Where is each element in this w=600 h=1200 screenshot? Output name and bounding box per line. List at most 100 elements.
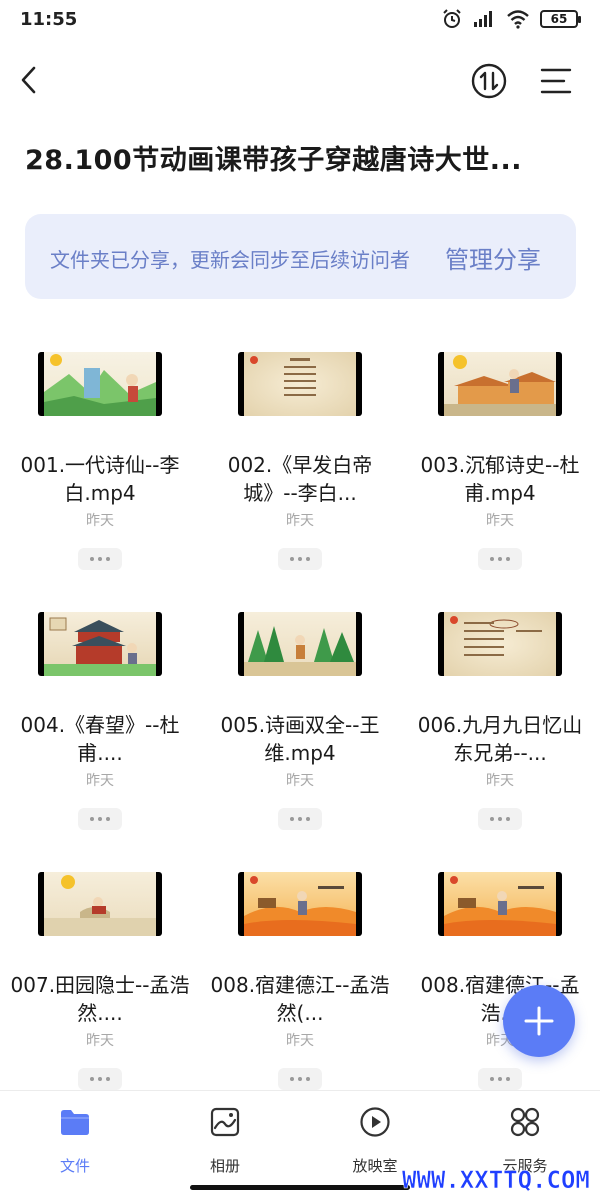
file-date: 昨天 <box>86 1033 114 1049</box>
nav-item-album[interactable]: 相册 <box>150 1101 300 1181</box>
dot-icon <box>298 557 302 561</box>
battery-indicator: 65 <box>540 10 581 28</box>
dot-icon <box>106 557 110 561</box>
more-options-button[interactable] <box>278 1068 322 1090</box>
file-name: 004.《春望》--杜甫.... <box>20 713 180 765</box>
file-date: 昨天 <box>486 773 514 789</box>
dot-icon <box>298 817 302 821</box>
page-title: 28.100节动画课带孩子穿越唐诗大世... <box>25 145 522 176</box>
signal-icon <box>474 11 492 27</box>
video-thumbnail <box>38 352 162 416</box>
video-thumbnail <box>438 352 562 416</box>
file-card[interactable]: 006.九月九日忆山东兄弟--... 昨天 <box>400 580 600 840</box>
nav-label: 文件 <box>59 1157 90 1175</box>
watermark: WWW.XXTTQ.COM <box>402 1166 590 1195</box>
dot-icon <box>506 557 510 561</box>
dot-icon <box>490 817 494 821</box>
add-button[interactable] <box>503 985 575 1057</box>
file-card[interactable]: 007.田园隐士--孟浩然.... 昨天 <box>0 840 200 1100</box>
file-card[interactable]: 004.《春望》--杜甫.... 昨天 <box>0 580 200 840</box>
dot-icon <box>498 557 502 561</box>
status-bar: 11:55 65 <box>0 0 600 38</box>
folder-icon <box>61 1110 89 1135</box>
dot-icon <box>506 1077 510 1081</box>
dot-icon <box>98 817 102 821</box>
more-options-button[interactable] <box>78 1068 122 1090</box>
dot-icon <box>290 817 294 821</box>
dot-icon <box>498 817 502 821</box>
manage-share-button[interactable]: 管理分享 <box>445 240 541 275</box>
file-name: 001.一代诗仙--李白.mp4 <box>20 453 180 505</box>
dot-icon <box>90 557 94 561</box>
more-options-button[interactable] <box>78 808 122 830</box>
alarm-icon <box>443 9 461 28</box>
dot-icon <box>498 1077 502 1081</box>
dot-icon <box>90 817 94 821</box>
status-time: 11:55 <box>20 8 78 30</box>
file-date: 昨天 <box>286 513 314 529</box>
video-thumbnail <box>238 352 362 416</box>
share-status-text: 文件夹已分享，更新会同步至后续访问者 <box>50 248 410 272</box>
back-button[interactable] <box>14 62 44 98</box>
file-date: 昨天 <box>86 773 114 789</box>
menu-icon <box>540 68 572 94</box>
dot-icon <box>490 557 494 561</box>
dot-icon <box>106 1077 110 1081</box>
play-circle-icon <box>360 1107 390 1137</box>
menu-button[interactable] <box>538 64 574 98</box>
file-date: 昨天 <box>286 773 314 789</box>
dot-icon <box>306 817 310 821</box>
file-date: 昨天 <box>86 513 114 529</box>
dot-icon <box>306 557 310 561</box>
dot-icon <box>106 817 110 821</box>
nav-item-files[interactable]: 文件 <box>0 1101 150 1181</box>
plus-icon <box>524 1006 554 1036</box>
status-icons: 65 <box>442 9 581 29</box>
video-thumbnail <box>238 872 362 936</box>
file-card[interactable]: 008.宿建德江--孟浩... 昨天 <box>400 840 600 1100</box>
dot-icon <box>298 1077 302 1081</box>
video-thumbnail <box>38 872 162 936</box>
dot-icon <box>98 557 102 561</box>
grid-circles-icon <box>510 1107 540 1137</box>
sort-button[interactable] <box>470 62 508 100</box>
file-name: 005.诗画双全--王维.mp4 <box>220 713 380 765</box>
dot-icon <box>98 1077 102 1081</box>
video-thumbnail <box>438 872 562 936</box>
dot-icon <box>290 1077 294 1081</box>
more-options-button[interactable] <box>278 548 322 570</box>
file-card[interactable]: 001.一代诗仙--李白.mp4 昨天 <box>0 320 200 580</box>
dot-icon <box>506 817 510 821</box>
photo-album-icon <box>210 1107 240 1137</box>
file-card[interactable]: 002.《早发白帝城》--李白... 昨天 <box>200 320 400 580</box>
more-options-button[interactable] <box>278 808 322 830</box>
file-name: 003.沉郁诗史--杜甫.mp4 <box>420 453 580 505</box>
more-options-button[interactable] <box>478 808 522 830</box>
file-name: 002.《早发白帝城》--李白... <box>227 453 373 505</box>
sort-arrows-icon <box>471 63 507 99</box>
dot-icon <box>306 1077 310 1081</box>
dot-icon <box>290 557 294 561</box>
file-card[interactable]: 003.沉郁诗史--杜甫.mp4 昨天 <box>400 320 600 580</box>
dot-icon <box>490 1077 494 1081</box>
wifi-icon <box>507 10 529 29</box>
home-indicator[interactable] <box>190 1185 410 1190</box>
more-options-button[interactable] <box>478 1068 522 1090</box>
file-name: 006.九月九日忆山东兄弟--... <box>417 713 583 765</box>
more-options-button[interactable] <box>478 548 522 570</box>
more-options-button[interactable] <box>78 548 122 570</box>
nav-label: 相册 <box>209 1157 240 1175</box>
file-name: 008.宿建德江--孟浩然(... <box>210 973 390 1025</box>
chevron-left-icon <box>21 66 36 94</box>
share-banner: 文件夹已分享，更新会同步至后续访问者 管理分享 <box>25 214 576 299</box>
file-date: 昨天 <box>286 1033 314 1049</box>
video-thumbnail <box>438 612 562 676</box>
file-card[interactable]: 008.宿建德江--孟浩然(... 昨天 <box>200 840 400 1100</box>
file-card[interactable]: 005.诗画双全--王维.mp4 昨天 <box>200 580 400 840</box>
file-name: 007.田园隐士--孟浩然.... <box>10 973 190 1025</box>
video-thumbnail <box>38 612 162 676</box>
dot-icon <box>90 1077 94 1081</box>
video-thumbnail <box>238 612 362 676</box>
header <box>0 50 600 110</box>
file-date: 昨天 <box>486 513 514 529</box>
